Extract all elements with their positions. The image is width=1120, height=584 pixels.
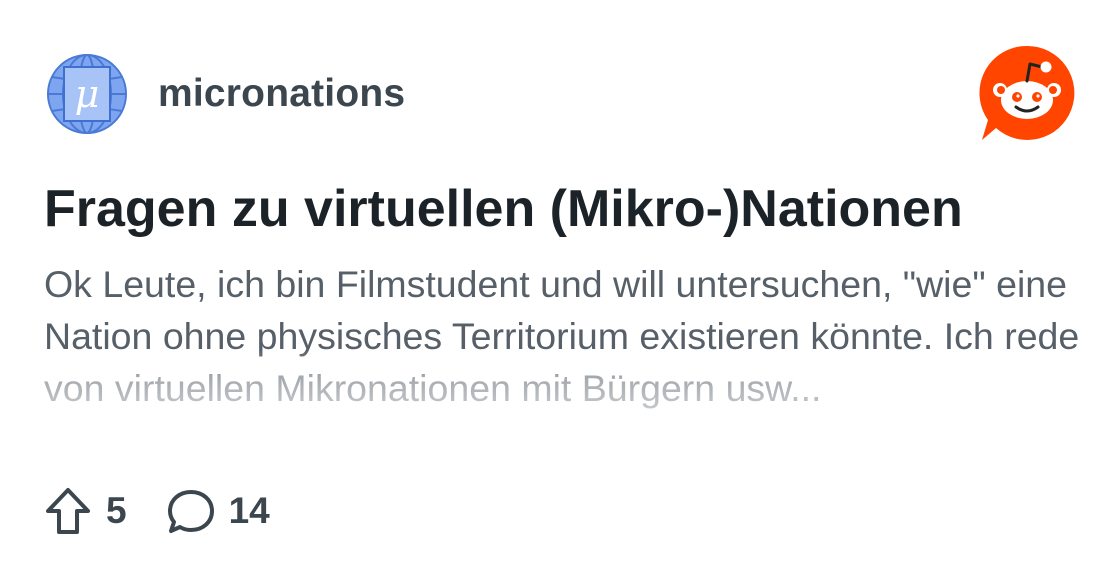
upvote-count: 5: [106, 490, 127, 531]
post-body-preview[interactable]: Ok Leute, ich bin Filmstudent und will u…: [44, 258, 1080, 458]
comment-count: 14: [228, 490, 270, 531]
subreddit-avatar[interactable]: μ: [46, 53, 128, 135]
post-header: μ micronations: [46, 52, 405, 136]
post-footer: 5 14: [44, 484, 270, 538]
upvote-arrow-icon: [46, 488, 90, 534]
reddit-snoo-logo-icon: [979, 45, 1075, 140]
upvote-button[interactable]: 5: [44, 486, 127, 536]
avatar-mu-letter: μ: [75, 72, 100, 116]
subreddit-name[interactable]: micronations: [158, 72, 405, 116]
comments-button[interactable]: 14: [167, 486, 270, 536]
micronations-mu-globe-icon: μ: [46, 53, 128, 135]
comment-bubble-icon: [167, 490, 214, 533]
post-title[interactable]: Fragen zu virtuellen (Mikro-)Nationen: [44, 176, 1084, 242]
post-card[interactable]: μ micronations Fragen zu virtuellen (Mik…: [0, 0, 1120, 584]
reddit-logo[interactable]: [978, 44, 1076, 142]
